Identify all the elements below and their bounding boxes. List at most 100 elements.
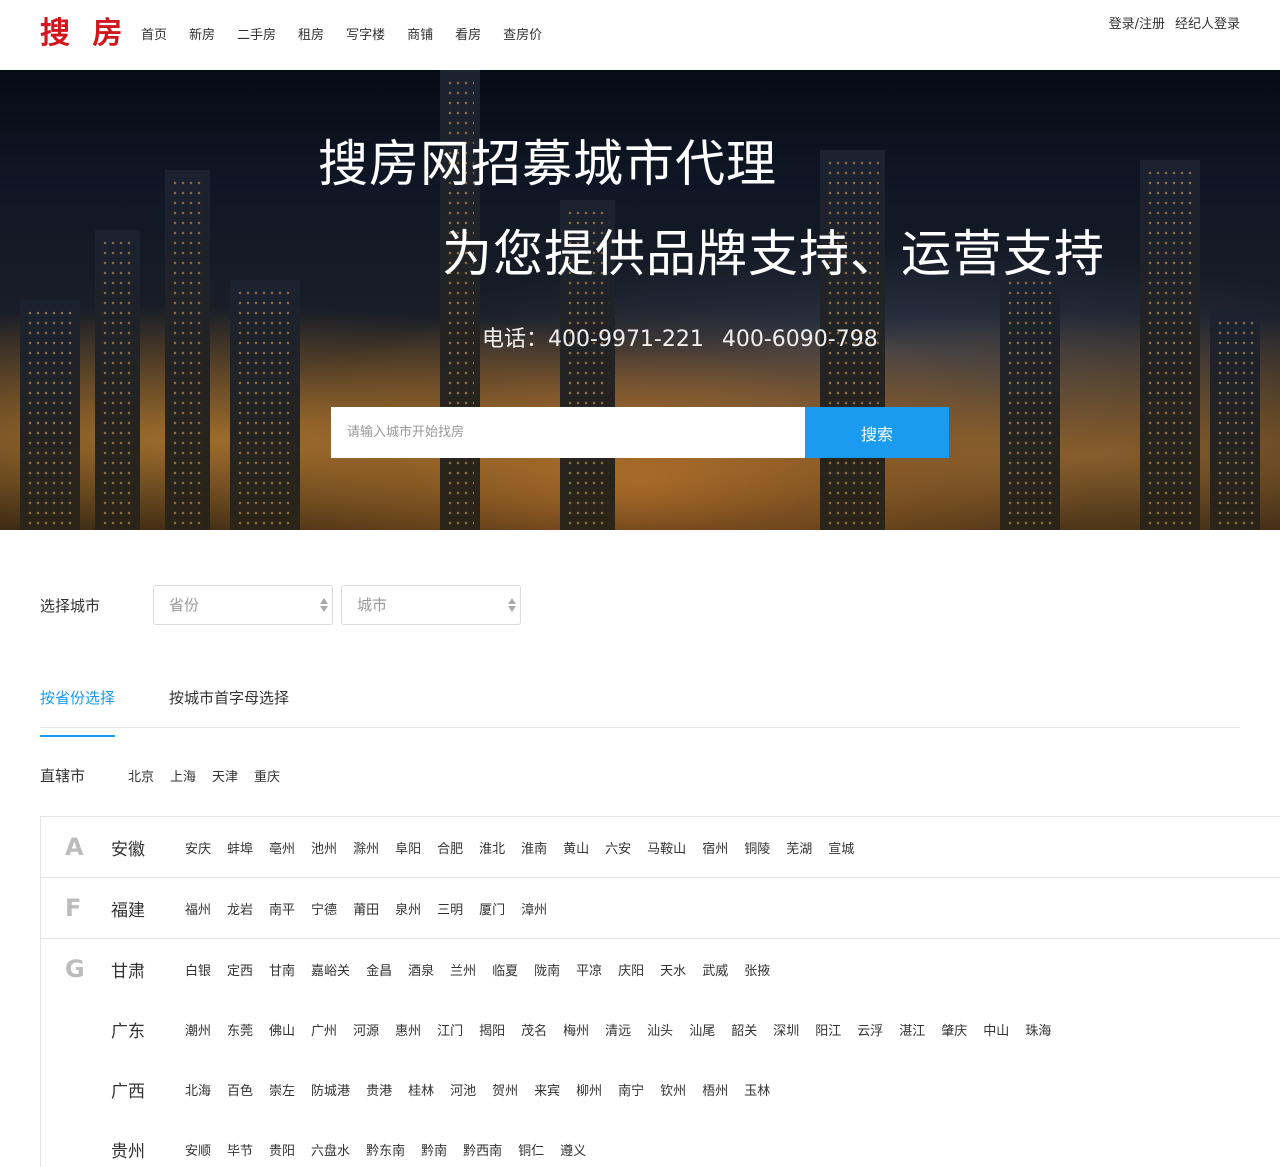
city-link[interactable]: 平凉: [576, 960, 602, 979]
city-link[interactable]: 兰州: [450, 960, 476, 979]
city-link[interactable]: 云浮: [857, 1020, 883, 1039]
city-link[interactable]: 南平: [269, 899, 295, 918]
city-link[interactable]: 厦门: [479, 899, 505, 918]
city-link[interactable]: 玉林: [744, 1080, 770, 1099]
nav-item-shops[interactable]: 商铺: [407, 26, 433, 46]
city-link[interactable]: 柳州: [576, 1080, 602, 1099]
city-link[interactable]: 安顺: [185, 1140, 211, 1159]
city-link[interactable]: 宁德: [311, 899, 337, 918]
city-link[interactable]: 百色: [227, 1080, 253, 1099]
city-link[interactable]: 池州: [311, 838, 337, 857]
city-link[interactable]: 河源: [353, 1020, 379, 1039]
search-button[interactable]: 搜索: [805, 407, 949, 458]
nav-item-office[interactable]: 写字楼: [346, 26, 385, 46]
city-link[interactable]: 芜湖: [786, 838, 812, 857]
city-link[interactable]: 铜陵: [744, 838, 770, 857]
city-link[interactable]: 武威: [702, 960, 728, 979]
city-link[interactable]: 铜仁: [518, 1140, 544, 1159]
city-link[interactable]: 清远: [605, 1020, 631, 1039]
city-link[interactable]: 汕尾: [689, 1020, 715, 1039]
agent-login-link[interactable]: 经纪人登录: [1175, 15, 1240, 35]
city-link[interactable]: 三明: [437, 899, 463, 918]
municipality-link[interactable]: 上海: [170, 766, 196, 785]
city-link[interactable]: 龙岩: [227, 899, 253, 918]
city-link[interactable]: 河池: [450, 1080, 476, 1099]
city-link[interactable]: 揭阳: [479, 1020, 505, 1039]
site-logo[interactable]: 搜 房: [40, 14, 128, 54]
city-link[interactable]: 贵港: [366, 1080, 392, 1099]
city-link[interactable]: 南宁: [618, 1080, 644, 1099]
city-link[interactable]: 蚌埠: [227, 838, 253, 857]
city-link[interactable]: 潮州: [185, 1020, 211, 1039]
city-link[interactable]: 宣城: [828, 838, 854, 857]
city-link[interactable]: 北海: [185, 1080, 211, 1099]
city-link[interactable]: 安庆: [185, 838, 211, 857]
municipality-link[interactable]: 北京: [128, 766, 154, 785]
city-link[interactable]: 深圳: [773, 1020, 799, 1039]
city-link[interactable]: 遵义: [560, 1140, 586, 1159]
city-link[interactable]: 甘南: [269, 960, 295, 979]
city-link[interactable]: 滁州: [353, 838, 379, 857]
nav-item-home[interactable]: 首页: [141, 26, 167, 46]
city-link[interactable]: 马鞍山: [647, 838, 686, 857]
city-link[interactable]: 六盘水: [311, 1140, 350, 1159]
city-link[interactable]: 临夏: [492, 960, 518, 979]
city-search-input[interactable]: [331, 407, 805, 458]
city-link[interactable]: 韶关: [731, 1020, 757, 1039]
city-link[interactable]: 东莞: [227, 1020, 253, 1039]
city-link[interactable]: 白银: [185, 960, 211, 979]
municipality-link[interactable]: 天津: [212, 766, 238, 785]
city-link[interactable]: 梧州: [702, 1080, 728, 1099]
city-link[interactable]: 黄山: [563, 838, 589, 857]
municipality-link[interactable]: 重庆: [254, 766, 280, 785]
city-link[interactable]: 嘉峪关: [311, 960, 350, 979]
city-link[interactable]: 陇南: [534, 960, 560, 979]
city-link[interactable]: 毕节: [227, 1140, 253, 1159]
city-link[interactable]: 珠海: [1025, 1020, 1051, 1039]
city-link[interactable]: 江门: [437, 1020, 463, 1039]
city-link[interactable]: 钦州: [660, 1080, 686, 1099]
city-link[interactable]: 亳州: [269, 838, 295, 857]
city-link[interactable]: 惠州: [395, 1020, 421, 1039]
city-link[interactable]: 莆田: [353, 899, 379, 918]
city-link[interactable]: 天水: [660, 960, 686, 979]
nav-item-price-check[interactable]: 查房价: [503, 26, 542, 46]
city-link[interactable]: 阳江: [815, 1020, 841, 1039]
city-select[interactable]: 城市: [341, 585, 521, 625]
city-link[interactable]: 中山: [983, 1020, 1009, 1039]
city-link[interactable]: 桂林: [408, 1080, 434, 1099]
tab-by-province[interactable]: 按省份选择: [40, 677, 116, 737]
city-link[interactable]: 佛山: [269, 1020, 295, 1039]
nav-item-new-homes[interactable]: 新房: [189, 26, 215, 46]
city-link[interactable]: 贵阳: [269, 1140, 295, 1159]
city-link[interactable]: 黔西南: [463, 1140, 502, 1159]
city-link[interactable]: 肇庆: [941, 1020, 967, 1039]
province-select[interactable]: 省份: [153, 585, 333, 625]
tab-by-initial[interactable]: 按城市首字母选择: [169, 677, 289, 727]
city-link[interactable]: 防城港: [311, 1080, 350, 1099]
city-link[interactable]: 黔东南: [366, 1140, 405, 1159]
nav-item-rent[interactable]: 租房: [298, 26, 324, 46]
city-link[interactable]: 福州: [185, 899, 211, 918]
city-link[interactable]: 广州: [311, 1020, 337, 1039]
city-link[interactable]: 淮北: [479, 838, 505, 857]
city-link[interactable]: 合肥: [437, 838, 463, 857]
login-register-link[interactable]: 登录/注册: [1109, 15, 1165, 35]
city-link[interactable]: 六安: [605, 838, 631, 857]
city-link[interactable]: 崇左: [269, 1080, 295, 1099]
city-link[interactable]: 贺州: [492, 1080, 518, 1099]
city-link[interactable]: 茂名: [521, 1020, 547, 1039]
city-link[interactable]: 漳州: [521, 899, 547, 918]
city-link[interactable]: 梅州: [563, 1020, 589, 1039]
city-link[interactable]: 金昌: [366, 960, 392, 979]
city-link[interactable]: 淮南: [521, 838, 547, 857]
city-link[interactable]: 定西: [227, 960, 253, 979]
city-link[interactable]: 来宾: [534, 1080, 560, 1099]
nav-item-viewing[interactable]: 看房: [455, 26, 481, 46]
city-link[interactable]: 酒泉: [408, 960, 434, 979]
city-link[interactable]: 宿州: [702, 838, 728, 857]
city-link[interactable]: 黔南: [421, 1140, 447, 1159]
city-link[interactable]: 张掖: [744, 960, 770, 979]
city-link[interactable]: 阜阳: [395, 838, 421, 857]
city-link[interactable]: 泉州: [395, 899, 421, 918]
